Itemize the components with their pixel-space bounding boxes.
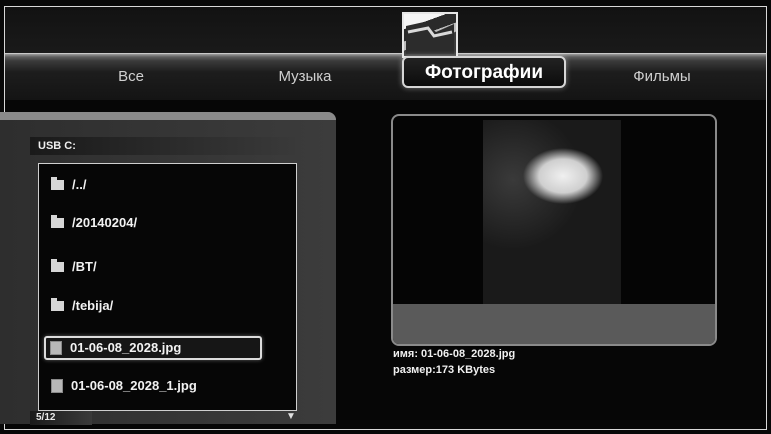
folder-icon xyxy=(51,214,64,228)
item-label: /tebija/ xyxy=(72,298,114,313)
folder-icon xyxy=(51,258,64,272)
image-preview-panel xyxy=(391,114,717,346)
item-label: 01-06-08_2028.jpg xyxy=(70,340,182,355)
image-file-icon xyxy=(51,378,63,393)
item-label: 01-06-08_2028_1.jpg xyxy=(71,378,197,393)
file-list[interactable]: /../ /20140204/ /BT/ /tebija/ 01-06-08_2… xyxy=(38,163,297,411)
panel-top-edge xyxy=(0,112,336,120)
file-name-info: имя: 01-06-08_2028.jpg xyxy=(393,348,516,360)
photo-thumbnail xyxy=(483,120,621,306)
item-label: /20140204/ xyxy=(72,215,138,230)
down-arrow-icon[interactable]: ▼ xyxy=(286,411,296,422)
item-label: /BT/ xyxy=(72,259,97,274)
item-counter: 5/12 xyxy=(30,411,92,425)
list-item[interactable]: 01-06-08_2028_1.jpg xyxy=(51,375,197,397)
folder-icon xyxy=(51,176,64,190)
file-size-info: размер:173 KBytes xyxy=(393,364,496,376)
tab-music[interactable]: Музыка xyxy=(262,62,348,92)
current-path: USB C: xyxy=(30,137,300,155)
list-item[interactable]: /../ xyxy=(51,174,86,196)
list-item[interactable]: /tebija/ xyxy=(51,295,113,317)
image-file-icon xyxy=(50,340,62,355)
preview-footer-strip xyxy=(393,304,715,344)
photo-category-icon xyxy=(402,12,458,58)
list-item[interactable]: /20140204/ xyxy=(51,212,137,234)
tab-photos[interactable]: Фотографии xyxy=(402,56,566,88)
list-item[interactable]: /BT/ xyxy=(51,256,97,278)
folder-icon xyxy=(51,297,64,311)
item-label: /../ xyxy=(72,177,87,192)
tab-movies[interactable]: Фильмы xyxy=(612,62,712,92)
list-item-selected[interactable]: 01-06-08_2028.jpg xyxy=(44,336,262,360)
tab-all[interactable]: Все xyxy=(96,62,166,92)
